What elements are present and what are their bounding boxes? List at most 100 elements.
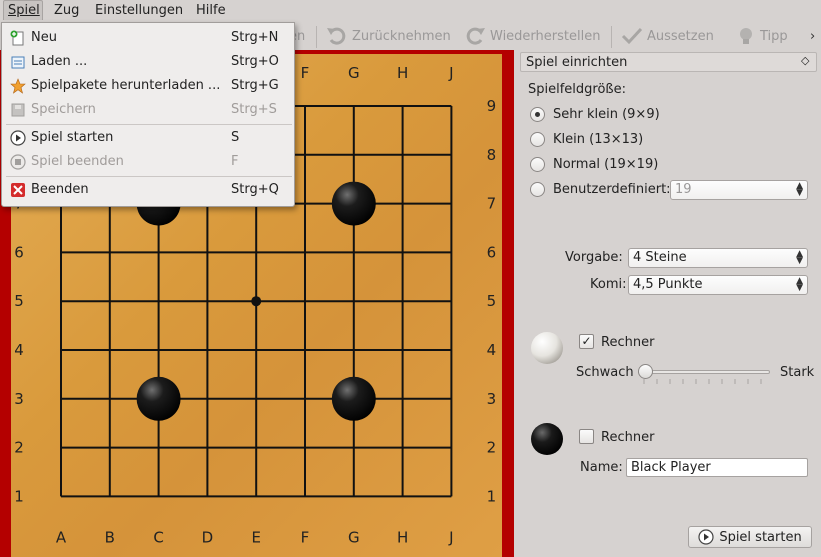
black-computer-checkbox[interactable] [579, 429, 594, 444]
menu-item-save[interactable]: Speichern Strg+S [2, 99, 294, 121]
start-game-label: Spiel starten [719, 529, 802, 545]
menu-item-quit-label: Beenden [31, 182, 89, 197]
size-label-9: Sehr klein (9×9) [553, 107, 660, 122]
menu-einstellungen[interactable]: Einstellungen [95, 3, 183, 18]
column-label-bottom: F [301, 528, 310, 546]
komi-combo[interactable]: 4,5 Punkte ▲ ▼ [628, 275, 808, 295]
size-radio-9[interactable] [530, 107, 545, 122]
size-radio-13[interactable] [530, 132, 545, 147]
menu-item-download[interactable]: Spielpakete herunterladen ... Strg+G [2, 75, 294, 97]
undo-label: Zurücknehmen [352, 28, 451, 44]
row-label-right: 2 [487, 439, 497, 457]
panel-header: Spiel einrichten ◇ [520, 52, 817, 72]
column-label-bottom: B [105, 528, 115, 546]
row-label-right: 8 [487, 146, 497, 164]
size-radio-custom[interactable] [530, 182, 545, 197]
slider-ticks [643, 379, 762, 384]
stop-icon [10, 154, 26, 170]
menu-separator [6, 176, 292, 177]
custom-size-value: 19 [675, 182, 692, 197]
menubar: Spiel Zug Einstellungen Hilfe [0, 0, 821, 22]
hint-button[interactable]: Tipp [736, 26, 788, 46]
menu-item-download-label: Spielpakete herunterladen ... [31, 78, 221, 93]
white-computer-checkbox[interactable]: ✓ [579, 334, 594, 349]
board-size-label: Spielfeldgröße: [528, 82, 626, 97]
redo-icon [466, 27, 485, 45]
pass-label: Aussetzen [647, 28, 714, 44]
start-game-button[interactable]: Spiel starten [688, 526, 812, 548]
handicap-label: Vorgabe: [565, 250, 623, 265]
column-label-top: J [448, 64, 453, 82]
menu-item-quit[interactable]: Beenden Strg+Q [2, 179, 294, 201]
row-label-right: 6 [487, 243, 497, 261]
column-label-top: F [301, 64, 310, 82]
menu-spiel[interactable]: Spiel [3, 0, 43, 20]
strength-slider-track[interactable] [638, 370, 770, 374]
black-stone-icon [531, 423, 563, 455]
row-label-right: 5 [487, 292, 497, 310]
handicap-value: 4 Steine [633, 250, 687, 265]
menu-hilfe[interactable]: Hilfe [196, 3, 226, 18]
row-label-right: 4 [487, 341, 497, 359]
black-name-value: Black Player [631, 460, 711, 475]
komi-label: Komi: [590, 277, 627, 292]
pass-button[interactable]: Aussetzen [621, 26, 714, 46]
menu-item-start-shortcut: S [231, 130, 240, 145]
row-label-left: 4 [14, 341, 24, 359]
column-label-bottom: G [348, 528, 360, 546]
toolbar-overflow-button[interactable]: › [810, 26, 815, 46]
handicap-combo[interactable]: 4 Steine ▲ ▼ [628, 248, 808, 268]
size-radio-19[interactable] [530, 157, 545, 172]
column-label-bottom: E [251, 528, 260, 546]
black-computer-label: Rechner [601, 430, 655, 445]
undo-button[interactable]: Zurücknehmen [326, 26, 451, 46]
custom-size-spinbox[interactable]: 19 ▲ ▼ [670, 180, 808, 200]
size-label-13: Klein (13×13) [553, 132, 644, 147]
menu-item-new[interactable]: Neu Strg+N [2, 27, 294, 49]
lightbulb-icon [740, 28, 752, 44]
row-label-left: 5 [14, 292, 24, 310]
star-point [251, 296, 262, 307]
panel-title: Spiel einrichten [526, 55, 628, 70]
black-name-input[interactable]: Black Player [626, 458, 808, 477]
spiel-menu-popup: Neu Strg+N Laden ... Strg+O Spielpakete … [1, 22, 295, 207]
strong-label: Stark [780, 365, 815, 380]
save-icon [11, 103, 25, 117]
menu-item-download-shortcut: Strg+G [231, 78, 279, 93]
redo-label: Wiederherstellen [490, 28, 601, 44]
black-stone[interactable] [136, 376, 181, 421]
menu-item-end-shortcut: F [231, 154, 239, 169]
name-label: Name: [580, 460, 623, 475]
menu-zug[interactable]: Zug [54, 3, 79, 18]
black-stone[interactable] [331, 376, 376, 421]
new-icon [10, 30, 24, 46]
redo-button[interactable]: Wiederherstellen [464, 26, 600, 46]
menu-item-start[interactable]: Spiel starten S [2, 127, 294, 149]
hint-label: Tipp [760, 28, 788, 44]
column-label-bottom: D [202, 528, 214, 546]
row-label-right: 7 [487, 195, 497, 213]
row-label-left: 2 [14, 439, 24, 457]
toolbar-separator [611, 26, 612, 48]
column-label-bottom: C [153, 528, 163, 546]
combo-arrows-icon: ▲ ▼ [796, 249, 803, 266]
menu-item-end[interactable]: Spiel beenden F [2, 151, 294, 173]
play-icon [698, 529, 714, 545]
menu-item-new-shortcut: Strg+N [231, 30, 279, 45]
strength-slider-handle[interactable] [638, 364, 653, 379]
float-icon[interactable]: ◇ [801, 54, 809, 67]
menu-item-start-label: Spiel starten [31, 130, 114, 145]
menu-item-quit-shortcut: Strg+Q [231, 182, 279, 197]
menu-item-load-label: Laden ... [31, 54, 88, 69]
menu-item-new-label: Neu [31, 30, 57, 45]
column-label-bottom: A [56, 528, 67, 546]
white-computer-label: Rechner [601, 335, 655, 350]
black-stone[interactable] [331, 181, 376, 226]
row-label-right: 1 [487, 487, 497, 505]
menu-item-save-label: Speichern [31, 102, 96, 117]
size-label-19: Normal (19×19) [553, 157, 659, 172]
menu-separator [6, 124, 292, 125]
menu-item-load[interactable]: Laden ... Strg+O [2, 51, 294, 73]
column-label-bottom: H [397, 528, 408, 546]
row-label-right: 3 [487, 390, 497, 408]
